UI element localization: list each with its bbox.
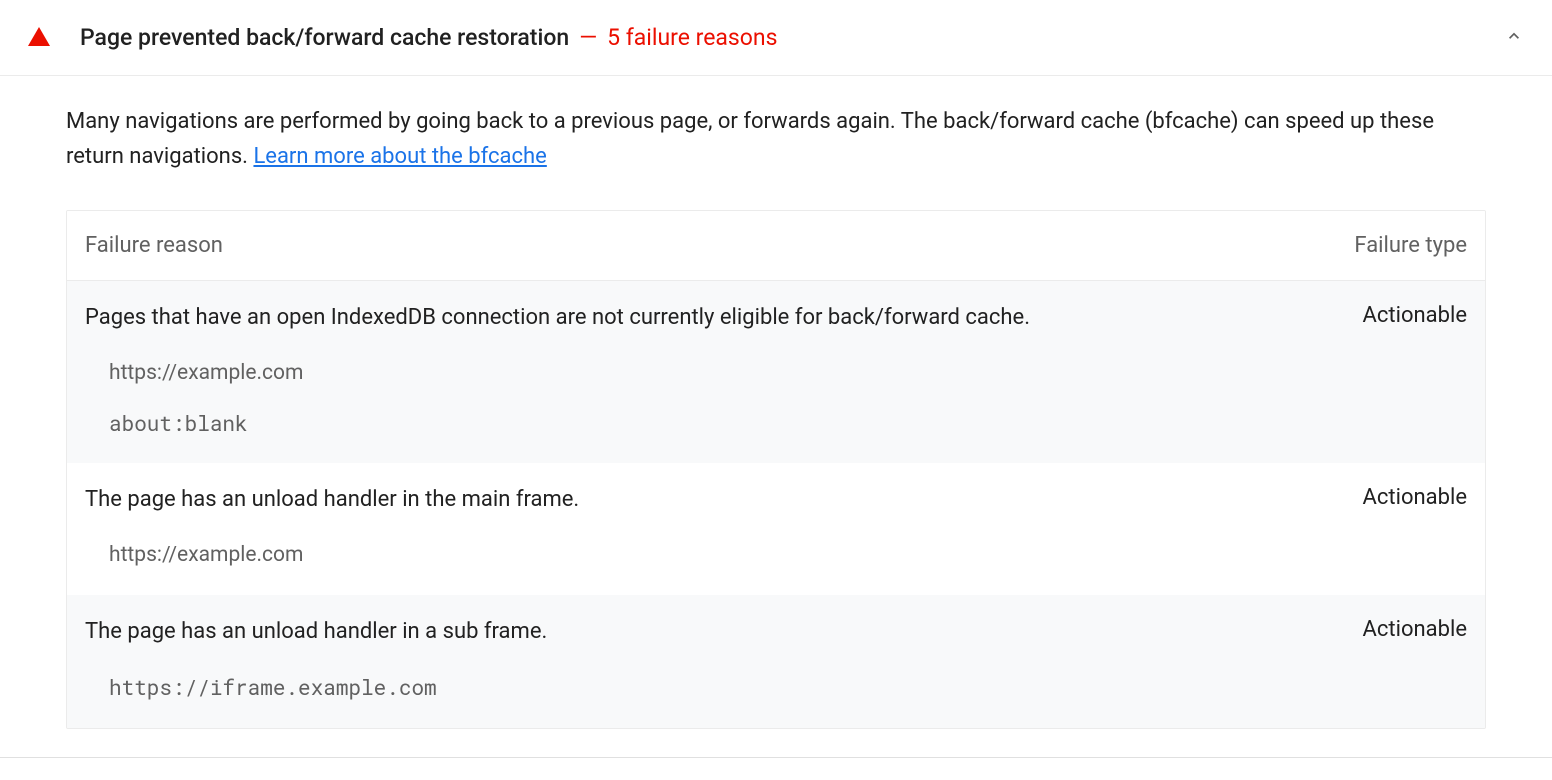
failure-type: Actionable (1363, 303, 1467, 328)
row-main: The page has an unload handler in the ma… (85, 485, 1467, 516)
col-failure-type: Failure type (1354, 233, 1467, 258)
table-row: Pages that have an open IndexedDB connec… (67, 281, 1485, 463)
failure-count: 5 failure reasons (607, 24, 777, 51)
failure-urls: https://example.com about:blank (85, 358, 1467, 439)
audit-panel: Page prevented back/forward cache restor… (0, 0, 1552, 758)
audit-header[interactable]: Page prevented back/forward cache restor… (0, 0, 1552, 76)
failure-type: Actionable (1363, 617, 1467, 642)
collapse-chevron-icon[interactable] (1504, 26, 1524, 50)
failure-url: https://example.com (109, 540, 1467, 572)
col-failure-reason: Failure reason (85, 233, 223, 258)
table-header-row: Failure reason Failure type (67, 211, 1485, 281)
failure-table: Failure reason Failure type Pages that h… (66, 210, 1486, 728)
failure-url: about:blank (109, 408, 1467, 440)
failure-reason: The page has an unload handler in the ma… (85, 485, 1323, 516)
failure-url: https://example.com (109, 358, 1467, 390)
failure-reason: Pages that have an open IndexedDB connec… (85, 303, 1323, 334)
title-dash: — (579, 24, 597, 51)
learn-more-link[interactable]: Learn more about the bfcache (253, 144, 546, 169)
failure-reason: The page has an unload handler in a sub … (85, 617, 1323, 648)
row-main: Pages that have an open IndexedDB connec… (85, 303, 1467, 334)
table-row: The page has an unload handler in the ma… (67, 463, 1485, 595)
audit-body: Many navigations are performed by going … (0, 76, 1552, 757)
failure-url: https://iframe.example.com (109, 672, 1467, 704)
audit-title: Page prevented back/forward cache restor… (80, 24, 569, 51)
warning-triangle-icon (28, 27, 50, 46)
table-row: The page has an unload handler in a sub … (67, 595, 1485, 727)
failure-urls: https://example.com (85, 540, 1467, 572)
row-main: The page has an unload handler in a sub … (85, 617, 1467, 648)
failure-urls: https://iframe.example.com (85, 672, 1467, 704)
failure-type: Actionable (1363, 485, 1467, 510)
audit-description: Many navigations are performed by going … (66, 104, 1486, 174)
